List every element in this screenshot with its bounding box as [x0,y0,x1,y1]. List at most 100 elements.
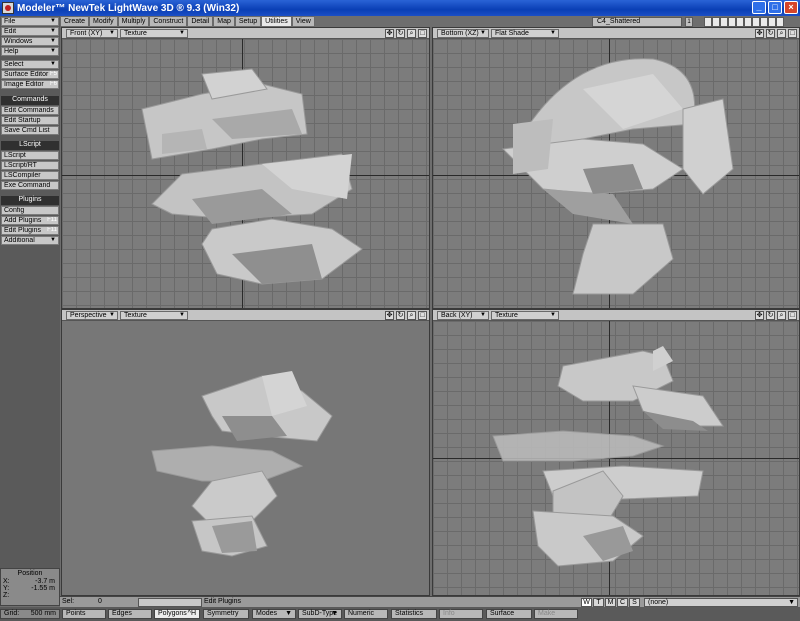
menu-help[interactable]: Help ▼ [1,47,59,56]
weight-map-button[interactable]: W [581,598,592,607]
move-view-icon[interactable]: ✥ [755,29,764,38]
object-layer-bar: C4_Shattered 1 [590,16,800,27]
points-mode-button[interactable]: Points [62,609,106,619]
chevron-down-icon: ▼ [50,237,56,243]
tab-detail[interactable]: Detail [187,16,214,27]
shading-select[interactable]: Flat Shade ▼ [491,29,559,38]
minimize-button[interactable]: _ [752,1,766,14]
view-type-select[interactable]: Back (XY) ▼ [437,311,489,320]
zoom-icon[interactable]: ⌕ [407,29,416,38]
rotate-view-icon[interactable]: ↻ [396,29,405,38]
view-type-select[interactable]: Perspective ▼ [66,311,118,320]
tab-construct[interactable]: Construct [149,16,188,27]
tab-multiply[interactable]: Multiply [117,16,150,27]
move-view-icon[interactable]: ✥ [385,311,394,320]
viewport-canvas[interactable] [433,321,799,595]
viewport-canvas[interactable] [433,39,799,308]
viewport-perspective[interactable]: Perspective ▼ Texture ▼ ✥ ↻ ⌕ □ [61,309,430,596]
make-button[interactable]: Make [534,609,578,619]
subd-type-menu[interactable]: SubD-Type ▼ [298,609,342,619]
maximize-viewport-icon[interactable]: □ [418,311,427,320]
edges-mode-button[interactable]: Edges [108,609,152,619]
close-button[interactable]: × [784,1,798,14]
exe-command-button[interactable]: Exe Command [1,181,59,190]
polygons-mode-button[interactable]: Polygons ^H [154,609,200,619]
layer-button[interactable] [728,17,736,27]
lscript-button[interactable]: LScript [1,151,59,160]
object-select[interactable]: C4_Shattered [592,17,682,27]
move-view-icon[interactable]: ✥ [755,311,764,320]
modes-menu[interactable]: Modes ▼ [252,609,296,619]
layer-button[interactable] [752,17,760,27]
symmetry-button[interactable]: Symmetry [203,609,249,619]
selection-count: 0 [98,598,102,605]
surface-button[interactable]: Surface [486,609,532,619]
texture-map-button[interactable]: T [593,598,604,607]
shading-select[interactable]: Texture ▼ [491,311,559,320]
view-type-select[interactable]: Bottom (XZ) ▼ [437,29,489,38]
zoom-icon[interactable]: ⌕ [777,311,786,320]
window-title: Modeler™ NewTek LightWave 3D ® 9.3 (Win3… [17,2,240,14]
tab-create[interactable]: Create [60,16,90,27]
statistics-button[interactable]: Statistics [391,609,437,619]
tab-modify[interactable]: Modify [89,16,118,27]
morph-map-button[interactable]: M [605,598,616,607]
rotate-view-icon[interactable]: ↻ [766,29,775,38]
tab-utilities[interactable]: Utilities [261,16,292,27]
rotate-view-icon[interactable]: ↻ [766,311,775,320]
tab-map[interactable]: Map [213,16,235,27]
maximize-viewport-icon[interactable]: □ [788,311,797,320]
save-cmd-list-button[interactable]: Save Cmd List [1,126,59,135]
surface-editor-button[interactable]: Surface Editor F5 [1,70,59,79]
info-button[interactable]: Info [439,609,483,619]
lscompiler-button[interactable]: LSCompiler [1,171,59,180]
numeric-button[interactable]: Numeric [344,609,388,619]
color-map-button[interactable]: C [617,598,628,607]
vertex-map-select[interactable]: (none) ▼ [644,598,798,607]
title-bar: Modeler™ NewTek LightWave 3D ® 9.3 (Win3… [0,0,800,16]
layer-button[interactable] [712,17,720,27]
layer-button[interactable] [776,17,784,27]
chevron-down-icon: ▼ [109,30,115,36]
move-view-icon[interactable]: ✥ [385,29,394,38]
select-menu[interactable]: Select ▼ [1,60,59,69]
additional-menu[interactable]: Additional ▼ [1,236,59,245]
zoom-icon[interactable]: ⌕ [777,29,786,38]
config-button[interactable]: Config [1,206,59,215]
lightwave-app-icon[interactable] [2,2,14,14]
maximize-viewport-icon[interactable]: □ [418,29,427,38]
zoom-icon[interactable]: ⌕ [407,311,416,320]
maximize-viewport-icon[interactable]: □ [788,29,797,38]
layer-button[interactable] [720,17,728,27]
tab-setup[interactable]: Setup [234,16,262,27]
lscript-rt-button[interactable]: LScript/RT [1,161,59,170]
rotate-view-icon[interactable]: ↻ [396,311,405,320]
image-editor-button[interactable]: Image Editor F6 [1,80,59,89]
layer-button[interactable] [736,17,744,27]
edit-plugins-button[interactable]: Edit Plugins F11 [1,226,59,235]
layer-button[interactable] [744,17,752,27]
menu-windows[interactable]: Windows ▼ [1,37,59,46]
plugins-heading: Plugins [1,196,59,205]
layer-button[interactable] [704,17,712,27]
viewport-front[interactable]: Front (XY) ▼ Texture ▼ ✥ ↻ ⌕ □ [61,27,430,309]
layer-button[interactable] [760,17,768,27]
position-z: Z: [3,592,10,599]
view-type-select[interactable]: Front (XY) ▼ [66,29,118,38]
viewport-back[interactable]: Back (XY) ▼ Texture ▼ ✥ ↻ ⌕ □ [432,309,800,596]
layer-button[interactable] [768,17,776,27]
menu-edit[interactable]: Edit ▼ [1,27,59,36]
menu-file[interactable]: File ▼ [1,17,59,26]
selection-set-button[interactable]: S [629,598,640,607]
viewport-bottom[interactable]: Bottom (XZ) ▼ Flat Shade ▼ ✥ ↻ ⌕ □ [432,27,800,309]
edit-commands-button[interactable]: Edit Commands [1,106,59,115]
viewport-canvas[interactable] [62,39,429,308]
maximize-button[interactable]: □ [768,1,782,14]
shading-select[interactable]: Texture ▼ [120,311,188,320]
viewport-canvas[interactable] [62,321,429,595]
tab-view[interactable]: View [291,16,315,27]
shading-select[interactable]: Texture ▼ [120,29,188,38]
add-plugins-button[interactable]: Add Plugins F11 [1,216,59,225]
edit-startup-button[interactable]: Edit Startup [1,116,59,125]
layer-number[interactable]: 1 [685,17,693,27]
